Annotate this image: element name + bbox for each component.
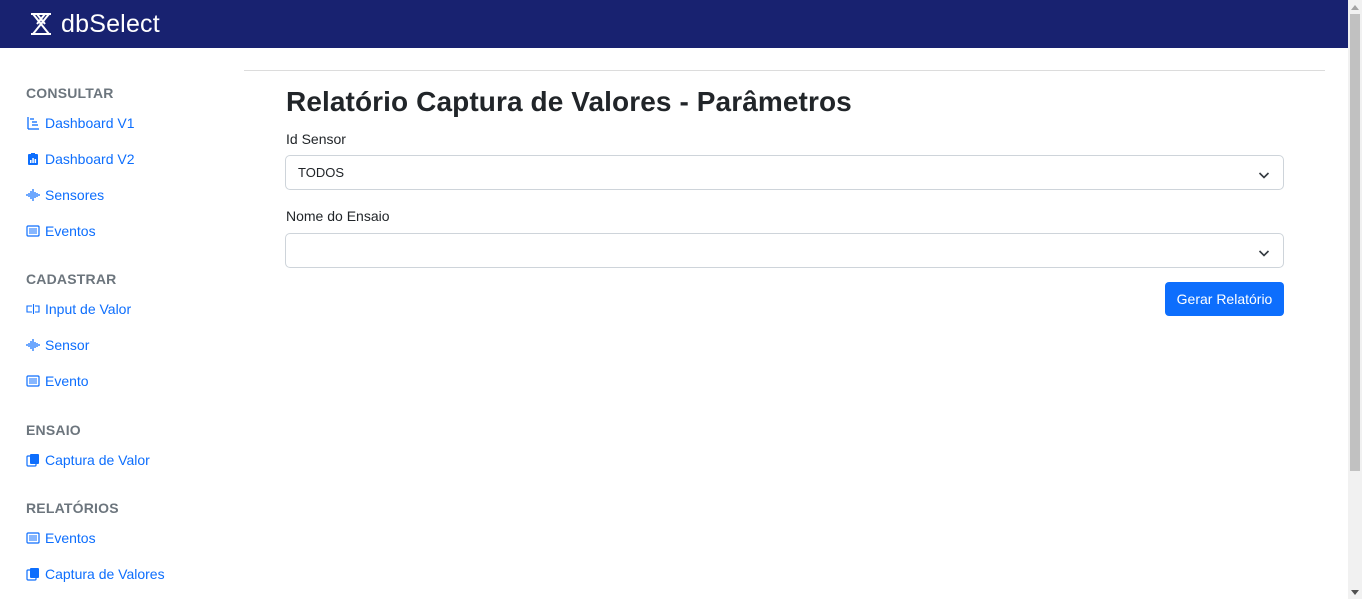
clipboard-chart-icon — [26, 152, 40, 166]
sidebar-item-label: Dashboard V2 — [45, 151, 135, 167]
scrollbar-thumb[interactable] — [1350, 14, 1360, 471]
sidebar: CONSULTAR Dashboard V1 Dashboard V2 Sens… — [0, 48, 240, 599]
sidebar-item-dashboard-v1[interactable]: Dashboard V1 — [26, 115, 135, 131]
sidebar-item-sensor[interactable]: Sensor — [26, 337, 89, 353]
sidebar-item-label: Input de Valor — [45, 301, 132, 317]
sidebar-item-evento[interactable]: Evento — [26, 373, 89, 389]
sidebar-item-label: Evento — [45, 373, 89, 389]
copy-stack-icon — [26, 567, 40, 581]
sidebar-item-input-de-valor[interactable]: Input de Valor — [26, 301, 131, 317]
nome-do-ensaio-select[interactable] — [285, 233, 1284, 268]
section-heading-cadastrar: CADASTRAR — [26, 271, 117, 287]
gerar-relatorio-button[interactable]: Gerar Relatório — [1165, 282, 1284, 316]
section-heading-relatorios: RELATÓRIOS — [26, 500, 119, 516]
sidebar-item-label: Eventos — [45, 223, 96, 239]
chevron-down-icon — [1258, 246, 1270, 257]
sidebar-item-relatorio-captura-de-valores[interactable]: Captura de Valores — [26, 566, 165, 582]
content-divider — [244, 70, 1325, 71]
copy-stack-icon — [26, 453, 40, 467]
input-cursor-icon — [26, 302, 40, 316]
sidebar-item-label: Eventos — [45, 530, 96, 546]
waveform-icon — [26, 338, 40, 352]
sidebar-item-label: Sensores — [45, 187, 105, 203]
chevron-down-icon — [1258, 168, 1270, 179]
id-sensor-label: Id Sensor — [286, 131, 346, 147]
hourglass-logo-icon — [28, 11, 54, 37]
id-sensor-select[interactable]: TODOS — [285, 155, 1284, 190]
sidebar-item-label: Sensor — [45, 337, 90, 353]
vertical-scrollbar[interactable] — [1348, 0, 1362, 599]
section-heading-consultar: CONSULTAR — [26, 85, 114, 101]
app-title: dbSelect — [61, 10, 160, 38]
sidebar-item-dashboard-v2[interactable]: Dashboard V2 — [26, 151, 135, 167]
list-icon — [26, 374, 40, 388]
sidebar-item-label: Captura de Valor — [45, 452, 150, 468]
section-heading-ensaio: ENSAIO — [26, 422, 81, 438]
sidebar-item-sensores[interactable]: Sensores — [26, 187, 104, 203]
sidebar-item-captura-de-valor[interactable]: Captura de Valor — [26, 452, 150, 468]
nome-do-ensaio-label: Nome do Ensaio — [286, 208, 390, 224]
brand[interactable]: dbSelect — [28, 10, 160, 38]
scroll-down-arrow-icon[interactable] — [1348, 585, 1362, 599]
list-icon — [26, 224, 40, 238]
sidebar-item-label: Captura de Valores — [45, 566, 165, 582]
sidebar-item-relatorio-eventos[interactable]: Eventos — [26, 530, 96, 546]
id-sensor-selected-value: TODOS — [298, 165, 344, 180]
page-title: Relatório Captura de Valores - Parâmetro… — [286, 86, 852, 117]
sidebar-item-label: Dashboard V1 — [45, 115, 135, 131]
sidebar-item-eventos[interactable]: Eventos — [26, 223, 96, 239]
list-icon — [26, 531, 40, 545]
scroll-up-arrow-icon[interactable] — [1348, 0, 1362, 14]
waveform-icon — [26, 188, 40, 202]
tree-list-icon — [26, 116, 40, 130]
top-navbar: dbSelect — [0, 0, 1348, 48]
